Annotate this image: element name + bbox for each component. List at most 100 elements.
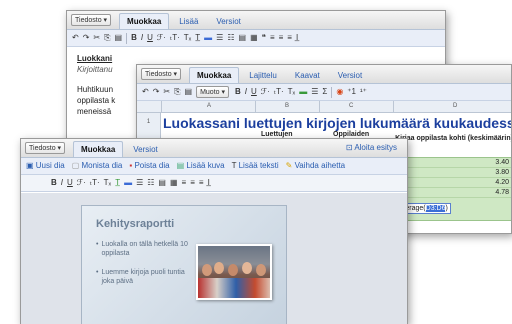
format-dropdown[interactable]: Muoto ▾ [196, 86, 229, 98]
chart-icon[interactable]: ◉ [336, 87, 343, 97]
redo-icon[interactable]: ↷ [83, 33, 90, 43]
toolbar-divider [126, 32, 128, 44]
outdent-icon[interactable]: ▤ [239, 33, 247, 43]
font-size-icon[interactable]: ₜT· [90, 178, 100, 188]
align-left-icon[interactable]: ≡ [270, 33, 275, 43]
spreadsheet-tab-edit[interactable]: Muokkaa [189, 67, 240, 83]
outdent-icon[interactable]: ▤ [158, 178, 166, 188]
underline-icon[interactable]: U [67, 178, 73, 188]
document-file-menu[interactable]: Tiedosto ▾ [71, 14, 112, 26]
fill-color-icon[interactable]: ▬ [299, 87, 307, 97]
undo-icon[interactable]: ↶ [72, 33, 79, 43]
cut-icon[interactable]: ✂ [163, 87, 170, 97]
numbered-list-icon[interactable]: ☰ [216, 33, 223, 43]
clear-format-icon[interactable]: I̲ [208, 178, 210, 188]
text-color-icon[interactable]: Tₓ [184, 33, 192, 43]
italic-icon[interactable]: I [141, 33, 143, 43]
bold-icon[interactable]: B [235, 87, 241, 97]
text-color-icon[interactable]: Tₓ [288, 87, 296, 97]
align-center-icon[interactable]: ≡ [190, 178, 195, 188]
bold-icon[interactable]: B [131, 33, 137, 43]
new-slide-button[interactable]: ▣ Uusi dia [26, 161, 65, 171]
link-icon[interactable]: ▬ [204, 33, 212, 43]
slide-title[interactable]: Kehitysraportti [96, 218, 174, 230]
header-cell-c[interactable]: Oppilaiden [333, 131, 369, 138]
duplicate-slide-button[interactable]: ▢ Monista dia [72, 161, 123, 171]
font-icon[interactable]: ℱ· [77, 178, 86, 188]
document-toolbar: ↶ ↷ ✂ ⎘ ▤ B I U ℱ· ₜT· Tₓ T̲ ▬ ☰ ☷ ▤ ▦ ❝… [67, 30, 445, 47]
paste-icon[interactable]: ▤ [185, 87, 193, 97]
align-icon[interactable]: ☰ [311, 87, 318, 97]
bulleted-list-icon[interactable]: ☷ [147, 178, 154, 188]
copy-icon[interactable]: ⎘ [174, 87, 180, 97]
column-header-a[interactable]: A [207, 103, 211, 109]
value-cell[interactable]: 4.78 [396, 188, 511, 198]
presentation-file-menu[interactable]: Tiedosto ▾ [25, 142, 66, 154]
value-cell[interactable]: 3.40 [396, 158, 511, 168]
delete-slide-button[interactable]: ▪ Poista dia [129, 161, 169, 171]
font-icon[interactable]: ℱ· [157, 33, 166, 43]
align-right-icon[interactable]: ≡ [199, 178, 204, 188]
slide-bullet-list[interactable]: • Luokalla on tällä hetkellä 10 oppilasta… [96, 240, 188, 286]
highlight-icon[interactable]: T̲ [115, 178, 120, 188]
bold-icon[interactable]: B [51, 178, 57, 188]
change-theme-button[interactable]: ✎ Vaihda aihetta [286, 161, 346, 171]
spreadsheet-tab-sort[interactable]: Lajittelu [241, 67, 285, 83]
italic-icon[interactable]: I [245, 87, 247, 97]
text-color-icon[interactable]: Tₓ [104, 178, 112, 188]
presentation-tabbar: Tiedosto ▾ Muokkaa Versiot ⊡ Aloita esit… [21, 139, 407, 158]
presentation-format-toolbar: B I U ℱ· ₜT· Tₓ T̲ ▬ ☰ ☷ ▤ ▦ ≡ ≡ ≡ I̲ [21, 175, 407, 192]
delete-slide-label: Poista dia [134, 161, 170, 170]
italic-icon[interactable]: I [61, 178, 63, 188]
redo-icon[interactable]: ↷ [153, 87, 160, 97]
font-size-icon[interactable]: ₜT· [274, 87, 284, 97]
highlight-icon[interactable]: T̲ [195, 33, 200, 43]
value-cell[interactable]: 4.20 [396, 178, 511, 188]
align-right-icon[interactable]: ≡ [287, 33, 292, 43]
paste-icon[interactable]: ▤ [115, 33, 123, 43]
font-icon[interactable]: ℱ· [261, 87, 270, 97]
slide-workspace: Kehitysraportti • Luokalla on tällä hetke… [21, 193, 407, 324]
title-cell[interactable]: Luokassani luettujen kirjojen lukumäärä … [163, 115, 511, 131]
document-tab-revisions[interactable]: Versiot [208, 13, 248, 29]
copy-icon[interactable]: ⎘ [104, 33, 110, 43]
presentation-tab-revisions[interactable]: Versiot [125, 141, 165, 157]
presentation-tab-edit[interactable]: Muokkaa [73, 141, 124, 157]
document-heading: Luokkani [77, 54, 113, 63]
cut-icon[interactable]: ✂ [93, 33, 100, 43]
link-icon[interactable]: ▬ [124, 178, 132, 188]
column-header-c[interactable]: C [349, 103, 353, 109]
font-size-icon[interactable]: ₜT· [170, 33, 180, 43]
header-cell-d[interactable]: Kirjaa oppilasta kohti (keskimäärin) [395, 135, 511, 143]
spreadsheet-tab-formulas[interactable]: Kaavat [287, 67, 328, 83]
column-header-row: A B C D [137, 101, 511, 113]
insert-row-icon[interactable]: ⁺1 [347, 87, 356, 97]
underline-icon[interactable]: U [251, 87, 257, 97]
slide-canvas[interactable]: Kehitysraportti • Luokalla on tällä hetke… [81, 205, 287, 324]
class-photo[interactable] [196, 244, 272, 300]
document-tab-edit[interactable]: Muokkaa [119, 13, 170, 29]
sum-icon[interactable]: Σ [322, 87, 327, 97]
document-tab-insert[interactable]: Lisää [171, 13, 206, 29]
insert-text-button[interactable]: T Lisää teksti [232, 161, 279, 171]
value-cell[interactable]: 3.80 [396, 168, 511, 178]
align-left-icon[interactable]: ≡ [182, 178, 187, 188]
underline-icon[interactable]: U [147, 33, 153, 43]
header-cell-b[interactable]: Luettujen [261, 131, 293, 138]
spreadsheet-file-menu[interactable]: Tiedosto ▾ [141, 68, 182, 80]
insert-column-icon[interactable]: ¹⁺ [360, 87, 367, 97]
spreadsheet-tab-revisions[interactable]: Versiot [330, 67, 370, 83]
new-slide-icon: ▣ [26, 161, 36, 170]
quote-icon[interactable]: ❝ [262, 33, 266, 43]
start-presentation-button[interactable]: ⊡ Aloita esitys [346, 143, 397, 152]
numbered-list-icon[interactable]: ☰ [136, 178, 143, 188]
insert-image-button[interactable]: ▤ Lisää kuva [177, 161, 225, 171]
clear-format-icon[interactable]: I̲ [296, 33, 298, 43]
undo-icon[interactable]: ↶ [142, 87, 149, 97]
column-header-b[interactable]: B [285, 103, 289, 109]
indent-icon[interactable]: ▦ [170, 178, 178, 188]
bulleted-list-icon[interactable]: ☷ [227, 33, 234, 43]
column-header-d[interactable]: D [453, 103, 457, 109]
indent-icon[interactable]: ▦ [250, 33, 258, 43]
align-center-icon[interactable]: ≡ [279, 33, 284, 43]
